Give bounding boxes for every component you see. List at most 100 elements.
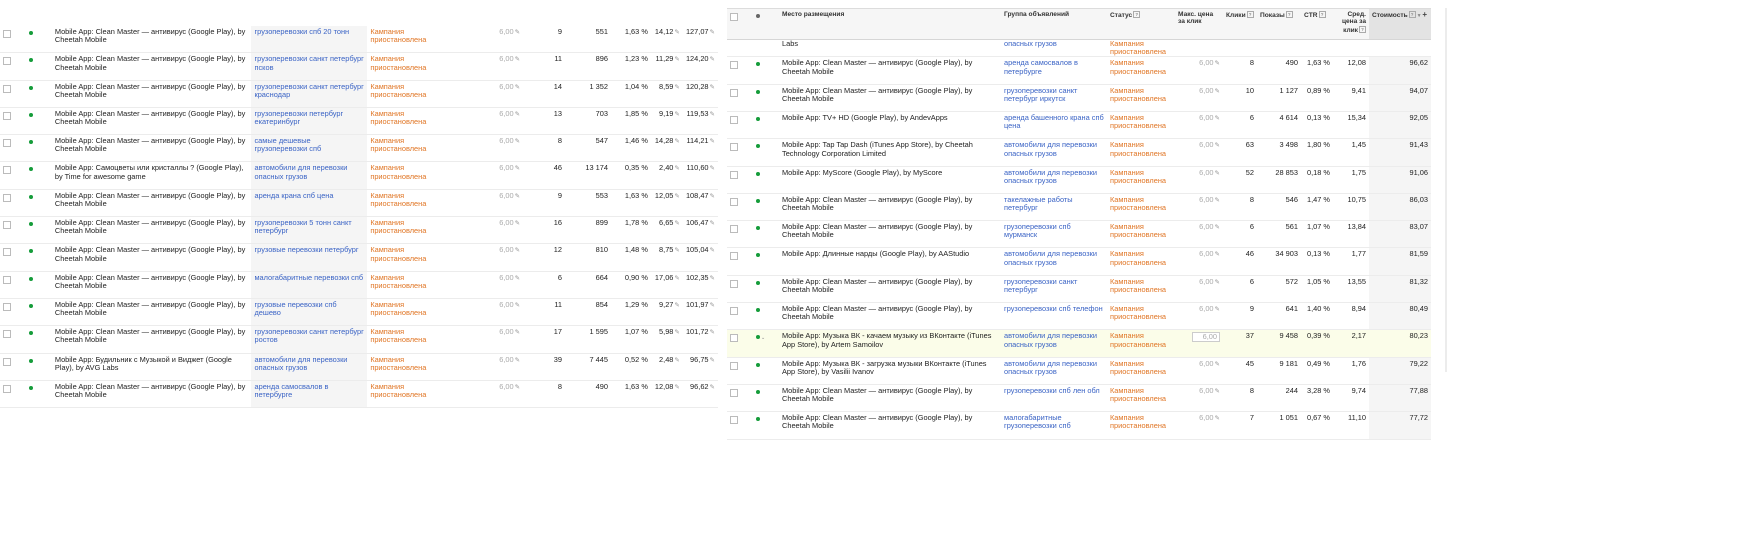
- help-icon[interactable]: ?: [1318, 11, 1326, 18]
- max-cpc-cell[interactable]: 6,00✎: [1175, 56, 1223, 85]
- row-select-cell[interactable]: [0, 80, 26, 108]
- header-status[interactable]: Статус?: [1107, 8, 1175, 40]
- edit-pencil-icon[interactable]: ✎: [1215, 388, 1220, 395]
- row-select-cell[interactable]: [727, 357, 753, 385]
- edit-pencil-icon[interactable]: ✎: [710, 138, 715, 145]
- header-clicks[interactable]: Клики?: [1223, 8, 1257, 40]
- max-cpc-cell[interactable]: 6,00✎: [459, 52, 524, 81]
- row-checkbox[interactable]: [730, 416, 738, 425]
- row-checkbox[interactable]: [3, 57, 11, 66]
- row-select-cell[interactable]: [727, 302, 753, 331]
- edit-pencil-icon[interactable]: ✎: [515, 165, 520, 172]
- edit-pencil-icon[interactable]: ✎: [674, 29, 679, 36]
- row-checkbox[interactable]: [3, 166, 11, 175]
- edit-pencil-icon[interactable]: ✎: [674, 275, 679, 282]
- ad-group-link[interactable]: грузовые перевозки спб дешево: [251, 298, 368, 327]
- table-row[interactable]: Mobile App: Tap Tap Dash (iTunes App Sto…: [727, 138, 1431, 167]
- max-cpc-cell[interactable]: 6,00✎: [1175, 166, 1223, 194]
- table-row[interactable]: Mobile App: MyScore (Google Play), by My…: [727, 166, 1431, 194]
- edit-pencil-icon[interactable]: ✎: [1215, 279, 1220, 286]
- edit-pencil-icon[interactable]: ✎: [710, 329, 715, 336]
- ad-group-link[interactable]: опасных грузов: [1001, 39, 1107, 58]
- row-checkbox[interactable]: [730, 361, 738, 370]
- table-row[interactable]: Mobile App: Длинные нарды (Google Play),…: [727, 247, 1431, 276]
- edit-pencil-icon[interactable]: ✎: [1215, 306, 1220, 313]
- edit-pencil-icon[interactable]: ✎: [710, 220, 715, 227]
- row-select-cell[interactable]: [0, 216, 26, 245]
- table-row[interactable]: Mobile App: Clean Master — антивирус (Go…: [0, 52, 718, 81]
- table-row[interactable]: Mobile App: Clean Master — антивирус (Go…: [727, 302, 1431, 331]
- row-checkbox[interactable]: [730, 388, 738, 397]
- table-row[interactable]: Mobile App: Clean Master — антивирус (Go…: [0, 271, 718, 299]
- max-cpc-cell[interactable]: 6,00✎: [1175, 384, 1223, 413]
- ad-group-link[interactable]: грузовые перевозки петербург: [251, 243, 368, 272]
- ad-group-link[interactable]: автомобили для перевозки опасных грузов: [1001, 138, 1107, 167]
- max-cpc-cell[interactable]: 6,00✎: [459, 189, 524, 218]
- ad-group-link[interactable]: грузоперевозки санкт петербург краснодар: [251, 80, 368, 108]
- row-select-cell[interactable]: [0, 380, 26, 409]
- ad-group-link[interactable]: аренда крана спб цена: [251, 189, 368, 218]
- table-row[interactable]: Mobile App: Clean Master — антивирус (Go…: [0, 134, 718, 163]
- max-cpc-cell[interactable]: 6,00✎: [1175, 193, 1223, 222]
- edit-pencil-icon[interactable]: ✎: [1215, 361, 1220, 368]
- ad-group-link[interactable]: автомобили для перевозки опасных грузов: [1001, 357, 1107, 385]
- edit-pencil-icon[interactable]: ✎: [515, 247, 520, 254]
- row-checkbox[interactable]: [3, 111, 11, 120]
- max-cpc-cell[interactable]: 6,00✎: [459, 325, 524, 354]
- help-icon[interactable]: ?: [1285, 11, 1293, 18]
- ad-group-link[interactable]: малогабаритные перевозки спб: [251, 271, 368, 299]
- row-checkbox[interactable]: [730, 279, 738, 288]
- table-row[interactable]: Mobile App: Clean Master — антивирус (Go…: [0, 26, 718, 54]
- table-row[interactable]: Mobile App: Clean Master — антивирус (Go…: [727, 275, 1431, 304]
- ad-group-link[interactable]: малогабаритные грузоперевозки спб: [1001, 411, 1107, 440]
- edit-pencil-icon[interactable]: ✎: [674, 329, 679, 336]
- row-checkbox[interactable]: [3, 302, 11, 311]
- row-checkbox[interactable]: [730, 61, 738, 70]
- header-ad-group[interactable]: Группа объявлений: [1001, 8, 1107, 40]
- ad-group-link[interactable]: автомобили для перевозки опасных грузов: [1001, 329, 1107, 358]
- ad-group-link[interactable]: автомобили для перевозки опасных грузов: [251, 353, 368, 381]
- edit-pencil-icon[interactable]: ✎: [515, 384, 520, 391]
- table-row[interactable]: Mobile App: Clean Master — антивирус (Go…: [0, 380, 718, 409]
- edit-pencil-icon[interactable]: ✎: [1215, 142, 1220, 149]
- edit-pencil-icon[interactable]: ✎: [710, 165, 715, 172]
- max-cpc-cell[interactable]: 6,00✎: [1175, 138, 1223, 167]
- edit-pencil-icon[interactable]: ✎: [674, 220, 679, 227]
- edit-pencil-icon[interactable]: ✎: [710, 275, 715, 282]
- table-row[interactable]: Mobile App: Clean Master — антивирус (Go…: [727, 220, 1431, 249]
- edit-pencil-icon[interactable]: ✎: [1215, 170, 1220, 177]
- row-checkbox[interactable]: [3, 193, 11, 202]
- row-checkbox[interactable]: [730, 116, 738, 124]
- edit-pencil-icon[interactable]: ✎: [515, 357, 520, 364]
- edit-pencil-icon[interactable]: ✎: [674, 165, 679, 172]
- edit-pencil-icon[interactable]: ✎: [674, 247, 679, 254]
- max-cpc-cell[interactable]: 6,00✎: [459, 353, 524, 381]
- row-checkbox[interactable]: [730, 252, 738, 261]
- table-row[interactable]: Mobile App: Clean Master — антивирус (Go…: [0, 325, 718, 354]
- ad-group-link[interactable]: автомобили для перевозки опасных грузов: [251, 161, 368, 190]
- ad-group-link[interactable]: грузоперевозки спб лен обл: [1001, 384, 1107, 413]
- table-row[interactable]: ⌄ Mobile App: Музыка ВК - качаем музыку и…: [727, 329, 1431, 358]
- edit-pencil-icon[interactable]: ✎: [710, 357, 715, 364]
- table-row[interactable]: Mobile App: Clean Master — антивирус (Go…: [727, 384, 1431, 413]
- edit-pencil-icon[interactable]: ✎: [515, 56, 520, 63]
- ad-group-link[interactable]: грузоперевозки санкт петербург иркутск: [1001, 84, 1107, 113]
- max-cpc-cell[interactable]: 6,00✎: [1175, 357, 1223, 385]
- ad-group-link[interactable]: грузоперевозки спб телефон: [1001, 302, 1107, 331]
- header-avg-cpc[interactable]: Сред. цена за клик?: [1333, 8, 1369, 40]
- row-select-cell[interactable]: [727, 329, 753, 358]
- table-row[interactable]: Mobile App: Clean Master — антивирус (Go…: [727, 411, 1431, 440]
- row-select-cell[interactable]: [727, 411, 753, 440]
- row-checkbox[interactable]: [3, 275, 11, 284]
- row-checkbox[interactable]: [730, 307, 738, 316]
- chevron-down-icon[interactable]: ⌄: [761, 335, 765, 341]
- ad-group-link[interactable]: грузоперевозки санкт петербург ростов: [251, 325, 368, 354]
- edit-pencil-icon[interactable]: ✎: [674, 138, 679, 145]
- ad-group-link[interactable]: аренда башенного крана спб цена: [1001, 111, 1107, 140]
- select-all-checkbox[interactable]: [730, 13, 738, 21]
- ad-group-link[interactable]: аренда самосвалов в петербурге: [1001, 56, 1107, 85]
- ad-group-link[interactable]: грузоперевозки спб мурманск: [1001, 220, 1107, 249]
- row-checkbox[interactable]: [3, 384, 11, 393]
- ad-group-link[interactable]: аренда самосвалов в петербурге: [251, 380, 368, 409]
- header-impressions[interactable]: Показы?: [1257, 8, 1301, 40]
